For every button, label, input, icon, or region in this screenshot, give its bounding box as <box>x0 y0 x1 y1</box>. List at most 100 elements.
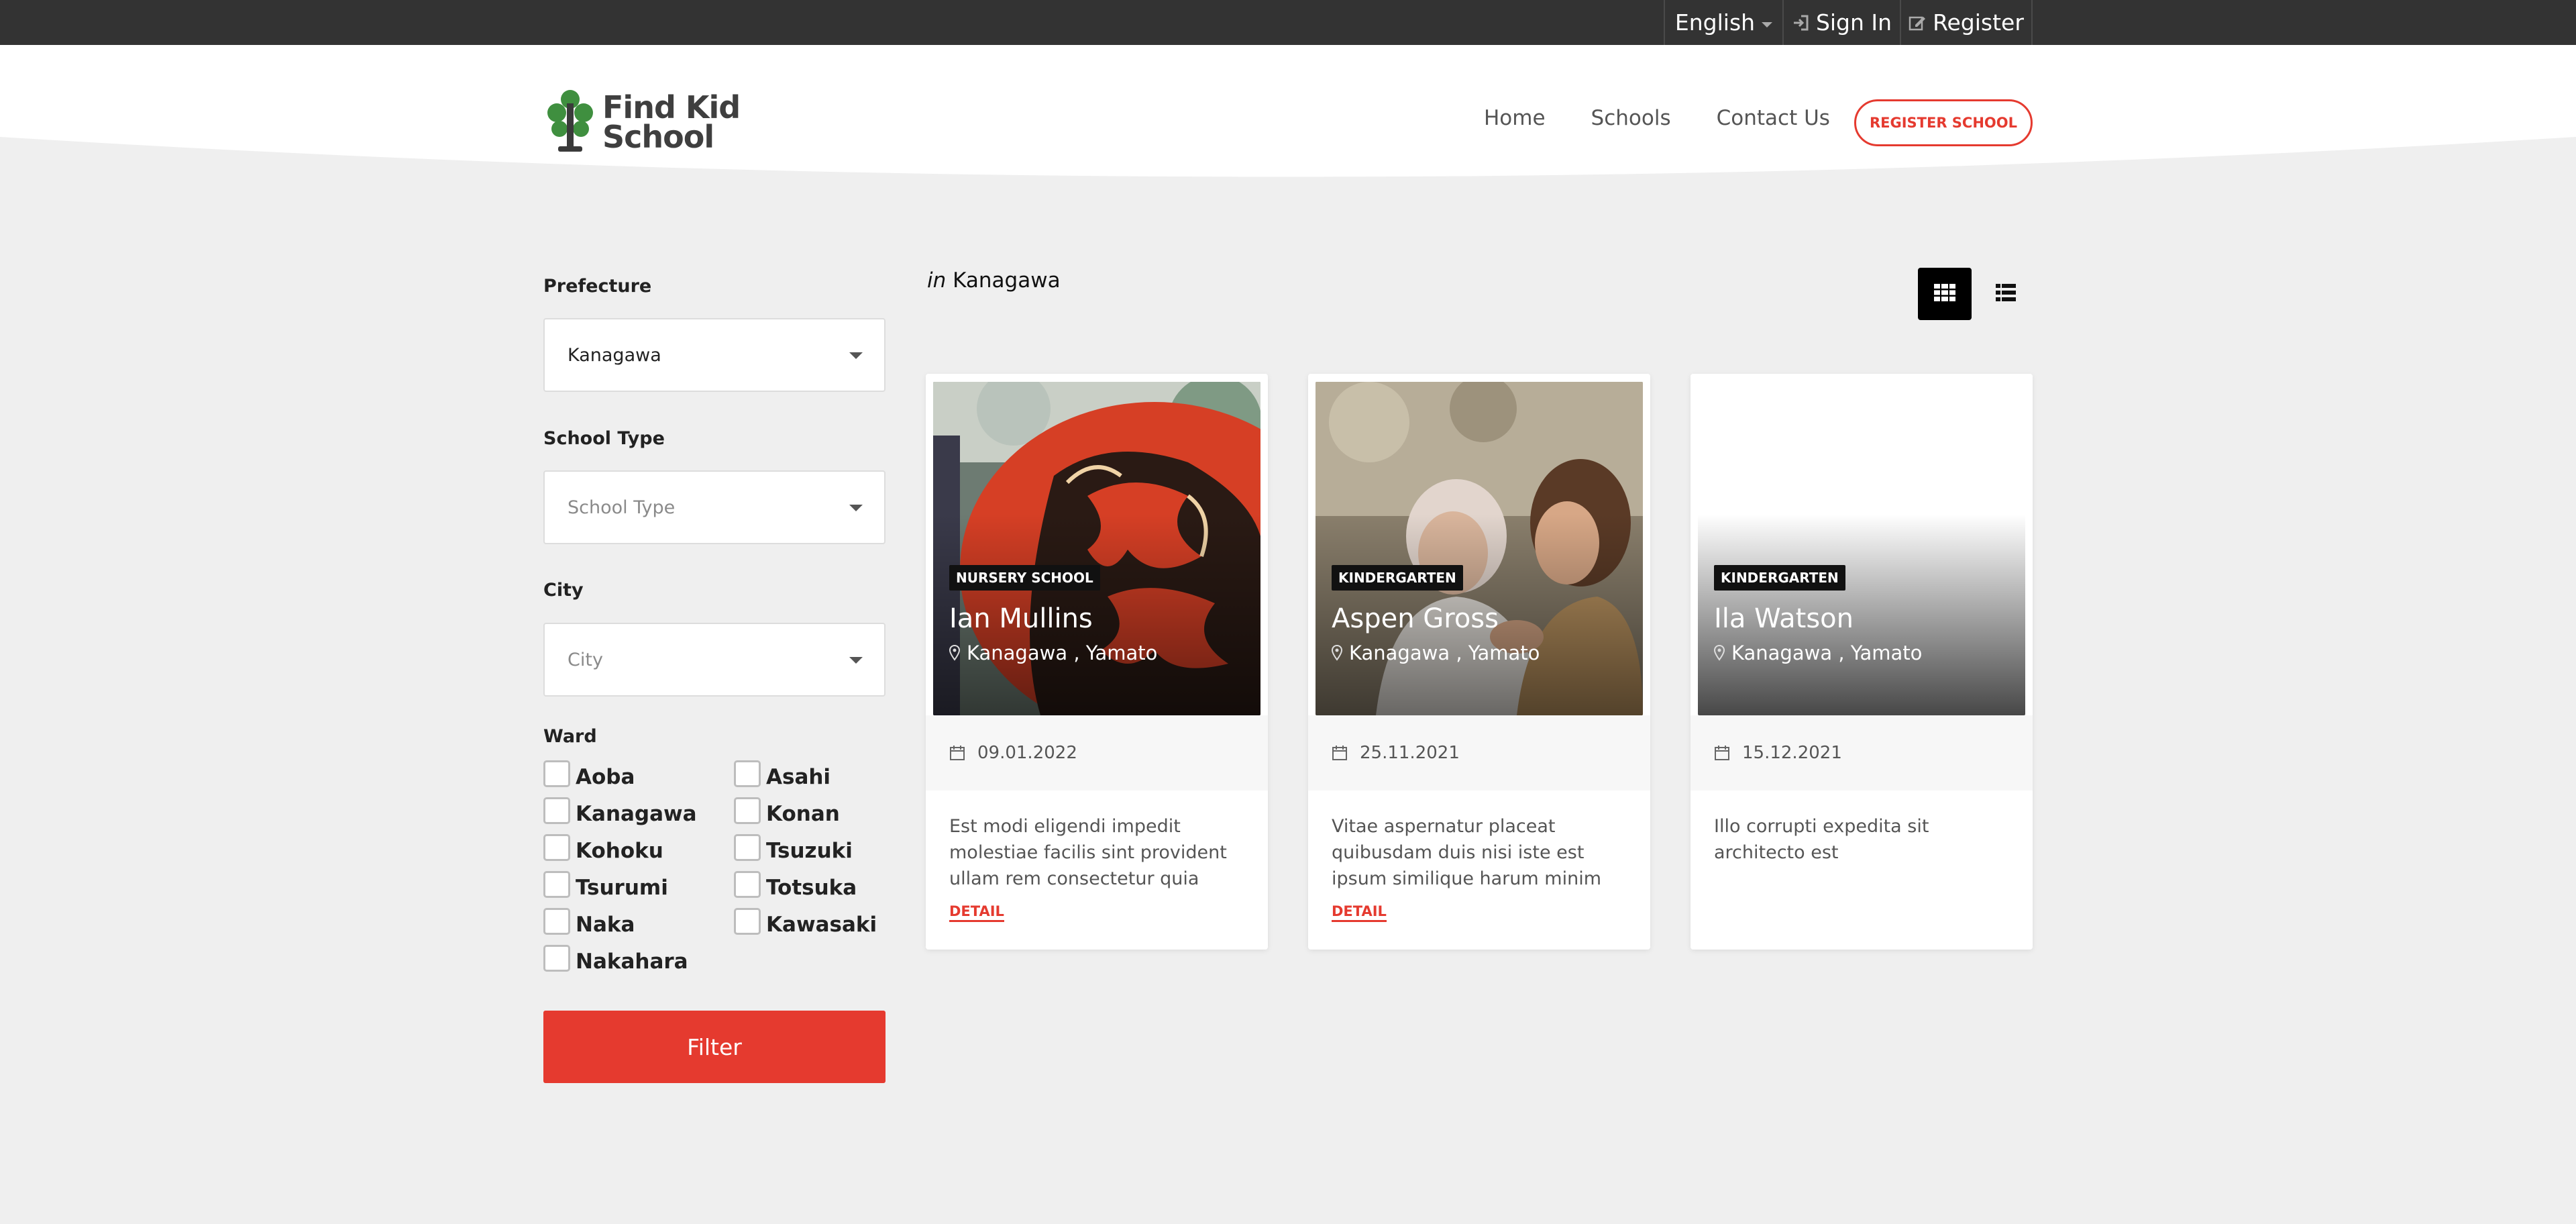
ward-checkbox-totsuka[interactable]: Totsuka <box>734 871 857 900</box>
checkbox[interactable] <box>543 760 570 787</box>
chevron-down-icon <box>1762 21 1773 28</box>
school-name[interactable]: Ila Watson <box>1714 603 1854 634</box>
checkbox[interactable] <box>543 871 570 898</box>
prefecture-label: Prefecture <box>543 276 652 297</box>
checkbox[interactable] <box>543 945 570 972</box>
ward-checkbox-naka[interactable]: Naka <box>543 908 635 937</box>
nav-home[interactable]: Home <box>1484 106 1546 130</box>
school-location-text: Kanagawa , Yamato <box>967 642 1158 664</box>
school-type-badge: NURSERY SCHOOL <box>949 565 1100 591</box>
city-select[interactable]: City <box>543 623 885 697</box>
school-description: Est modi eligendi impedit molestiae faci… <box>949 816 1227 889</box>
prefecture-value: Kanagawa <box>568 344 661 366</box>
school-card[interactable]: KINDERGARTEN Ila Watson Kanagawa , Yamat… <box>1690 374 2033 950</box>
school-card-image[interactable]: KINDERGARTEN Aspen Gross Kanagawa , Yama… <box>1316 382 1643 715</box>
map-pin-icon <box>949 645 960 661</box>
school-date: 25.11.2021 <box>1360 743 1460 763</box>
school-card[interactable]: KINDERGARTEN Aspen Gross Kanagawa , Yama… <box>1308 374 1650 950</box>
school-name[interactable]: Aspen Gross <box>1332 603 1499 634</box>
checkbox[interactable] <box>734 797 761 824</box>
ward-checkbox-aoba[interactable]: Aoba <box>543 760 635 789</box>
results-title: in Kanagawa <box>927 268 1061 293</box>
ward-checkbox-kanagawa[interactable]: Kanagawa <box>543 797 697 826</box>
grid-view-button[interactable] <box>1918 268 1972 320</box>
school-location-text: Kanagawa , Yamato <box>1731 642 1923 664</box>
detail-link[interactable]: DETAIL <box>949 903 1004 922</box>
ward-checkbox-tsuzuki[interactable]: Tsuzuki <box>734 834 853 863</box>
checkbox[interactable] <box>734 834 761 861</box>
ward-checkbox-konan[interactable]: Konan <box>734 797 840 826</box>
checkbox[interactable] <box>543 908 570 935</box>
ward-checkbox-nakahara[interactable]: Nakahara <box>543 945 688 974</box>
ward-label-naka: Naka <box>576 913 635 937</box>
chevron-down-icon <box>849 352 863 359</box>
grid-view-icon <box>1934 284 1955 304</box>
prefecture-select[interactable]: Kanagawa <box>543 318 885 392</box>
ward-checkbox-tsurumi[interactable]: Tsurumi <box>543 871 668 900</box>
detail-link[interactable]: DETAIL <box>1332 903 1387 922</box>
main-nav: Home Schools Contact Us <box>1484 106 1876 130</box>
school-date-row: 15.12.2021 <box>1690 715 2033 790</box>
school-card-image[interactable]: NURSERY SCHOOL Ian Mullins Kanagawa , Ya… <box>933 382 1260 715</box>
language-dropdown[interactable]: English <box>1664 0 1782 45</box>
school-location-text: Kanagawa , Yamato <box>1349 642 1540 664</box>
school-type-label: School Type <box>543 428 665 449</box>
school-date-row: 25.11.2021 <box>1308 715 1650 790</box>
ward-label-kawasaki: Kawasaki <box>766 913 877 937</box>
register-link[interactable]: Register <box>1900 0 2033 45</box>
ward-checkbox-asahi[interactable]: Asahi <box>734 760 831 789</box>
school-location: Kanagawa , Yamato <box>1332 642 1540 664</box>
chevron-down-icon <box>849 505 863 511</box>
sign-in-link[interactable]: Sign In <box>1782 0 1900 45</box>
register-label: Register <box>1933 9 2024 36</box>
school-card[interactable]: NURSERY SCHOOL Ian Mullins Kanagawa , Ya… <box>926 374 1268 950</box>
ward-label-kanagawa: Kanagawa <box>576 802 697 826</box>
ward-label-asahi: Asahi <box>766 765 831 789</box>
checkbox[interactable] <box>734 908 761 935</box>
nav-schools[interactable]: Schools <box>1591 106 1671 130</box>
logo-text: Find Kid School <box>602 92 741 155</box>
ward-checkbox-kohoku[interactable]: Kohoku <box>543 834 663 863</box>
edit-icon <box>1909 14 1926 32</box>
school-type-select[interactable]: School Type <box>543 470 885 544</box>
logo[interactable]: Find Kid School <box>545 87 741 157</box>
calendar-icon <box>1714 745 1730 761</box>
ward-label-tsurumi: Tsurumi <box>576 876 668 900</box>
language-label: English <box>1674 9 1756 36</box>
ward-label-totsuka: Totsuka <box>766 876 857 900</box>
list-view-button[interactable] <box>1979 268 2033 320</box>
nav-contact-us[interactable]: Contact Us <box>1717 106 1830 130</box>
ward-label-nakahara: Nakahara <box>576 950 688 974</box>
filter-button[interactable]: Filter <box>543 1011 885 1083</box>
checkbox[interactable] <box>734 760 761 787</box>
top-bar: English Sign In Register <box>0 0 2576 45</box>
tree-logo-icon <box>545 87 596 157</box>
school-name[interactable]: Ian Mullins <box>949 603 1093 634</box>
city-label: City <box>543 580 584 601</box>
ward-label: Ward <box>543 726 597 747</box>
checkbox[interactable] <box>543 834 570 861</box>
school-description: Vitae aspernatur placeat quibusdam duis … <box>1332 816 1601 889</box>
school-type-placeholder: School Type <box>568 497 676 518</box>
ward-label-aoba: Aoba <box>576 765 635 789</box>
results-in-prefix: in <box>927 268 947 293</box>
school-date-row: 09.01.2022 <box>926 715 1268 790</box>
map-pin-icon <box>1332 645 1342 661</box>
logo-line-2: School <box>602 119 714 155</box>
school-card-image[interactable]: KINDERGARTEN Ila Watson Kanagawa , Yamat… <box>1698 382 2025 715</box>
ward-checkbox-kawasaki[interactable]: Kawasaki <box>734 908 877 937</box>
checkbox[interactable] <box>543 797 570 824</box>
school-location: Kanagawa , Yamato <box>1714 642 1922 664</box>
map-pin-icon <box>1714 645 1725 661</box>
top-bar-links: English Sign In Register <box>1664 0 2033 45</box>
ward-label-tsuzuki: Tsuzuki <box>766 839 853 863</box>
school-description: Illo corrupti expedita sit architecto es… <box>1714 816 1929 863</box>
header-background <box>0 45 2576 177</box>
school-location: Kanagawa , Yamato <box>949 642 1157 664</box>
ward-label-konan: Konan <box>766 802 840 826</box>
list-view-icon <box>1996 284 2016 304</box>
checkbox[interactable] <box>734 871 761 898</box>
city-placeholder: City <box>568 649 603 670</box>
sign-in-label: Sign In <box>1815 9 1892 36</box>
register-school-button[interactable]: REGISTER SCHOOL <box>1854 99 2033 146</box>
